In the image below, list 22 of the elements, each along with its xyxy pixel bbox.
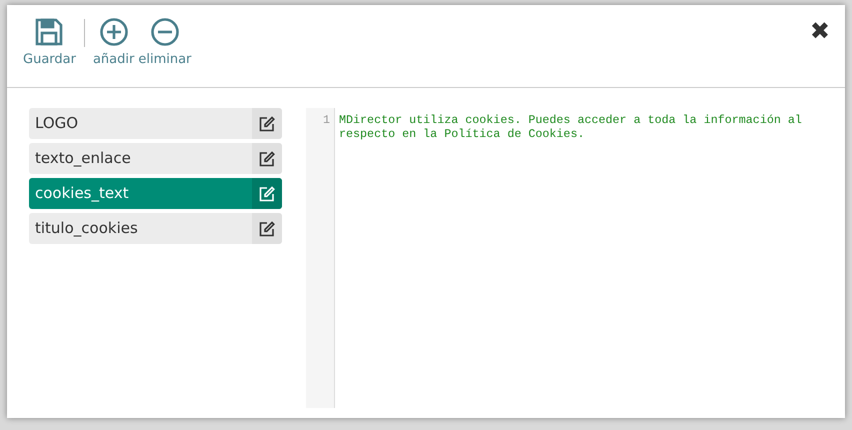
remove-icon <box>150 17 180 47</box>
list-item[interactable]: texto_enlace <box>29 143 282 174</box>
delete-button[interactable]: eliminar <box>138 17 192 67</box>
add-icon <box>98 17 129 47</box>
line-number: 1 <box>322 113 330 129</box>
edit-button[interactable] <box>252 108 282 139</box>
edit-icon <box>259 186 275 202</box>
list-item[interactable]: LOGO <box>29 108 282 139</box>
add-button[interactable]: añadir <box>92 17 134 67</box>
list-item[interactable]: cookies_text <box>29 178 282 209</box>
close-button[interactable]: ✖ <box>810 19 830 43</box>
edit-button[interactable] <box>252 178 282 209</box>
list-item[interactable]: titulo_cookies <box>29 213 282 244</box>
edit-button[interactable] <box>252 143 282 174</box>
edit-icon <box>259 220 275 236</box>
save-button[interactable]: Guardar <box>23 17 76 67</box>
save-icon <box>34 17 64 47</box>
code-text: MDirector utiliza cookies. Puedes acceder a toda la información al respecto en la Política de Cookies. <box>339 113 803 141</box>
code-editor[interactable]: 1 MDirector utiliza cookies. Puedes acceder a toda la información al respecto en la Política de Cookies. <box>306 108 840 408</box>
edit-icon <box>259 116 275 132</box>
edit-icon <box>259 150 275 166</box>
edit-button[interactable] <box>252 213 282 244</box>
